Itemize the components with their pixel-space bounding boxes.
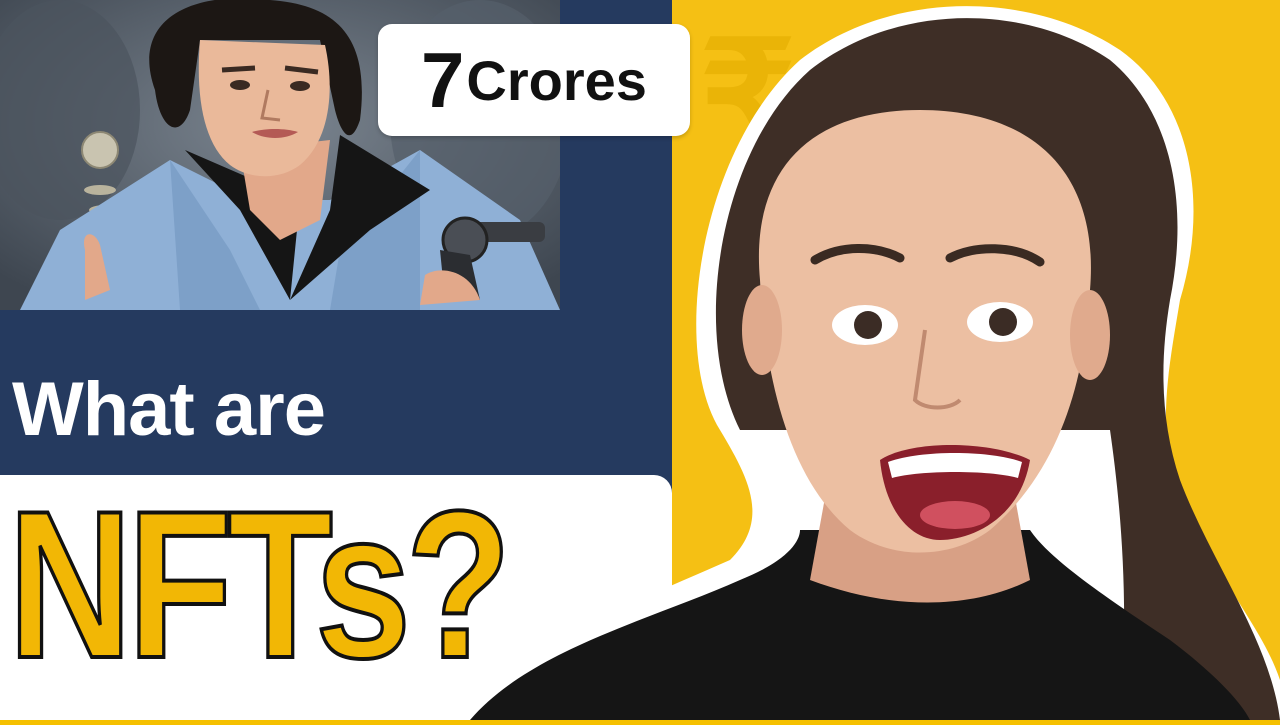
badge-number: 7 — [421, 35, 464, 124]
smiling-woman — [470, 6, 1280, 721]
headline-line-2: NFTs? — [6, 467, 513, 702]
headline-line-1: What are — [12, 367, 326, 452]
presenter-photo — [470, 0, 1280, 721]
